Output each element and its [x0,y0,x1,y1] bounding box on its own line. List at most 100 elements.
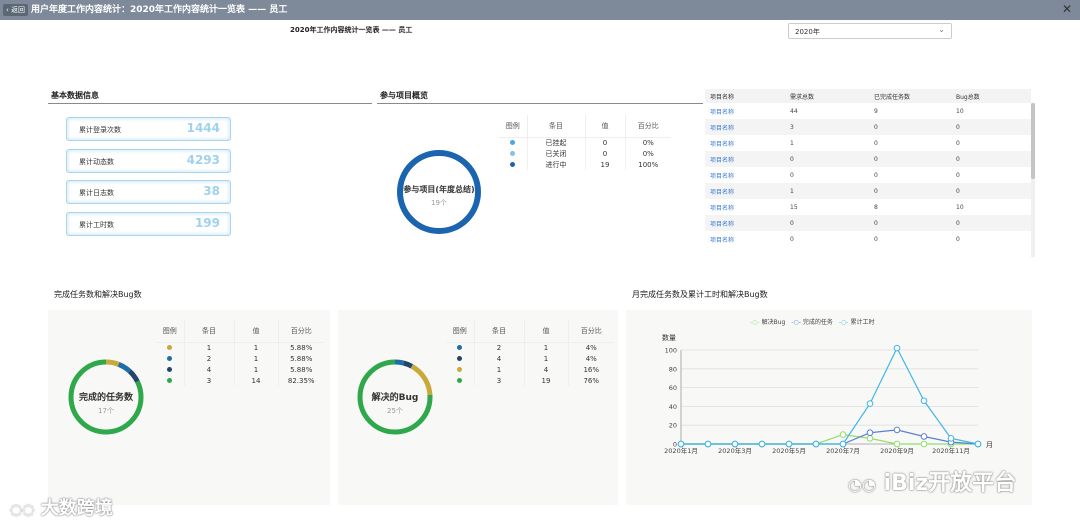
data-point [920,397,928,405]
row-item: 4 [474,353,525,364]
table-row: 3 19 76% [446,375,614,386]
row-item: 1 [184,342,235,353]
project-name-link[interactable]: 项目名称 [705,167,785,183]
monthly-line-chart: 数量月0204060801002020年1月 2020年3月 2020年5月 2020… [662,333,993,455]
project-name-link[interactable]: 项目名称 [705,119,785,135]
table-cell: 0 [951,151,1031,167]
close-icon[interactable]: ✕ [1062,2,1072,16]
row-value: 4 [524,364,569,375]
window-titlebar: ‹ 返回 用户年度工作内容统计：2020年工作内容统计一览表 —— 员工 ✕ [0,0,1080,20]
table-row: 4 1 5.88% [156,364,324,375]
legend-item[interactable]: -○- 解决Bug [750,319,785,326]
col-value: 值 [585,115,626,138]
table-row: 已关闭 0 0% [499,148,671,159]
back-label: 返回 [11,6,26,14]
project-name-link[interactable]: 项目名称 [705,103,785,119]
scrollbar-thumb[interactable] [1031,103,1035,179]
col-legend: 图例 [499,115,528,138]
table-cell: 9 [874,107,878,115]
projects-legend-table: 图例 条目 值 百分比 已挂起 0 0% 已关闭 0 0% 进行中 19 100… [499,115,671,170]
col-tasks-done: 已完成任务数 [869,89,951,103]
table-cell: 0 [951,215,1031,231]
table-cell: 0 [951,119,1031,135]
legend-dot [457,366,463,372]
data-point [704,440,712,448]
donut-title: 解决的Bug [371,393,419,403]
x-tick-label: 2020年5月 [772,446,806,455]
y-axis-label: 数量 [662,333,676,342]
legend-dot [167,377,173,383]
data-point [866,400,874,407]
data-point [866,435,874,442]
table-row: 项目名称 1 0 0 [705,183,1031,199]
table-cell: 44 [790,107,798,115]
row-item: 已关闭 [527,148,586,159]
table-row: 3 14 82.35% [156,375,324,386]
row-item: 2 [184,353,235,364]
project-table: 项目名称 需求总数 已完成任务数 Bug总数 项目名称 44 9 10 项目名称 3 0 0 项… [705,89,1035,257]
project-name-link[interactable]: 项目名称 [705,199,785,215]
row-item: 1 [474,364,525,375]
data-point [893,344,901,352]
legend-marker-icon: -○- [838,319,849,326]
col-demand-total: 需求总数 [785,89,869,103]
legend-item[interactable]: -○- 累计工时 [839,319,875,326]
table-scrollbar[interactable] [1031,103,1035,257]
table-row: 项目名称 15 8 10 [705,199,1031,215]
table-cell: 0 [869,183,951,199]
row-item: 2 [474,342,525,353]
y-tick-label: 100 [665,347,677,355]
data-point [812,440,820,448]
row-item: 4 [184,364,235,375]
legend-label: 完成的任务 [802,319,833,326]
stat-value: 38 [203,184,220,198]
table-row: 1 4 16% [446,364,614,375]
legend-dot [510,161,516,167]
legend-dot [510,150,516,156]
row-value: 19 [524,375,569,386]
data-point [947,435,955,442]
data-point [920,440,928,448]
data-point [758,440,766,448]
project-name-link[interactable]: 项目名称 [705,183,785,199]
project-name-link[interactable]: 项目名称 [705,231,785,247]
row-pct: 100% [638,160,659,169]
project-name-link[interactable]: 项目名称 [705,215,785,231]
legend-dot [167,355,173,361]
row-item: 进行中 [527,159,586,170]
series-line-解决Bug [681,433,978,445]
row-item: 3 [474,375,525,386]
x-tick-label: 2020年7月 [826,446,860,455]
project-name-link[interactable]: 项目名称 [705,151,785,167]
legend-dot [457,344,463,350]
data-point [920,433,928,440]
watermark-left-text: 大数跨境 [40,498,113,519]
project-name-link[interactable]: 项目名称 [705,135,785,151]
table-row: 已挂起 0 0% [499,137,671,148]
col-item: 条目 [474,320,525,343]
donut-title: 参与项目(年度总结) [403,185,475,194]
row-pct: 16% [583,365,600,374]
data-point [731,440,739,448]
row-value: 1 [524,353,569,364]
table-row: 项目名称 0 0 0 [705,151,1031,167]
monthly-heading: 月完成任务数及累计工时和解决Bug数 [632,290,768,299]
table-cell: 0 [874,139,878,147]
row-pct: 0% [642,149,654,158]
row-pct: 5.88% [290,354,313,363]
stat-card-logins: 累计登录次数 1444 [66,117,231,141]
col-bug-total: Bug总数 [951,89,1031,103]
table-cell: 0 [869,215,951,231]
row-pct: 4% [585,354,597,363]
data-point [893,426,901,434]
legend-dot [457,355,463,361]
data-point [785,440,793,448]
table-cell: 0 [790,171,794,179]
data-point [677,440,685,448]
table-row: 项目名称 0 0 0 [705,215,1031,231]
year-select[interactable]: 2020年 ⌄ [788,23,952,39]
back-button[interactable]: ‹ 返回 [3,4,29,16]
col-pct: 百分比 [625,115,671,138]
legend-item[interactable]: -○- 完成的任务 [791,319,833,326]
watermark-left: ◌◌ 大数跨境 [10,494,113,520]
